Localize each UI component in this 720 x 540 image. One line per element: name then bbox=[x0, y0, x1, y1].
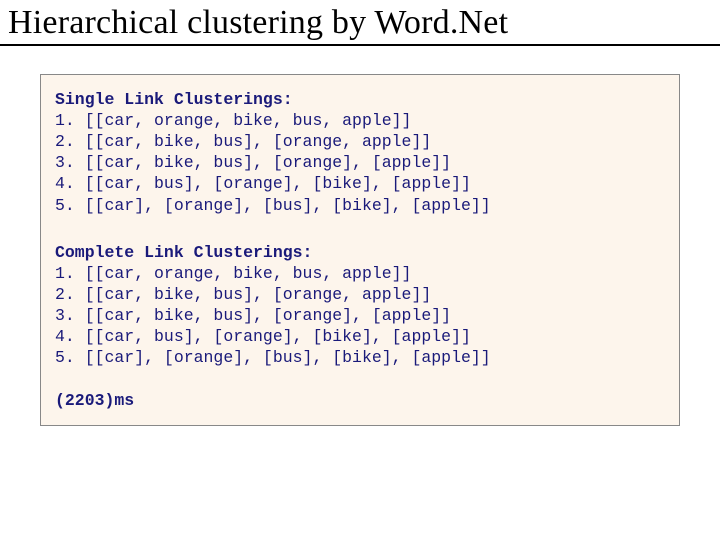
list-item: 1. [[car, orange, bike, bus, apple]] bbox=[55, 110, 665, 131]
list-item: 2. [[car, bike, bus], [orange, apple]] bbox=[55, 131, 665, 152]
list-item: 1. [[car, orange, bike, bus, apple]] bbox=[55, 263, 665, 284]
timing-label: (2203)ms bbox=[55, 390, 665, 411]
section-heading-single: Single Link Clusterings: bbox=[55, 89, 665, 110]
list-item: 5. [[car], [orange], [bus], [bike], [app… bbox=[55, 347, 665, 368]
list-item: 3. [[car, bike, bus], [orange], [apple]] bbox=[55, 305, 665, 326]
list-item: 4. [[car, bus], [orange], [bike], [apple… bbox=[55, 173, 665, 194]
page-title: Hierarchical clustering by Word.Net bbox=[0, 0, 720, 46]
output-panel: Single Link Clusterings: 1. [[car, orang… bbox=[40, 74, 680, 426]
list-item: 5. [[car], [orange], [bus], [bike], [app… bbox=[55, 195, 665, 216]
list-item: 4. [[car, bus], [orange], [bike], [apple… bbox=[55, 326, 665, 347]
list-item: 2. [[car, bike, bus], [orange, apple]] bbox=[55, 284, 665, 305]
section-heading-complete: Complete Link Clusterings: bbox=[55, 242, 665, 263]
list-item: 3. [[car, bike, bus], [orange], [apple]] bbox=[55, 152, 665, 173]
